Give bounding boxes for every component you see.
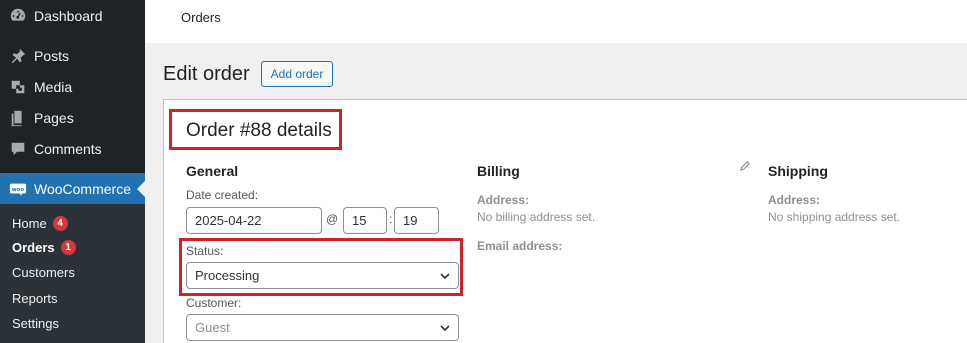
customer-select[interactable]: Guest: [186, 314, 459, 341]
top-bar: Orders: [145, 0, 967, 43]
submenu-item-settings[interactable]: Settings: [12, 313, 59, 333]
edit-pencil-icon[interactable]: [739, 161, 750, 172]
comment-icon: [0, 140, 34, 158]
at-separator: @: [326, 212, 339, 226]
menu-item-label: WooCommerce: [34, 180, 131, 197]
customer-label: Customer:: [186, 296, 242, 310]
woocommerce-icon: woo: [0, 180, 34, 198]
pages-icon: [0, 109, 34, 127]
page-title: Edit order: [163, 63, 250, 85]
add-order-button[interactable]: Add order: [261, 61, 333, 87]
billing-email-label: Email address:: [477, 239, 563, 253]
menu-item-label: Pages: [34, 109, 74, 126]
media-icon: [0, 78, 34, 96]
highlight-box-status: [179, 238, 463, 296]
submenu-item-customers[interactable]: Customers: [12, 262, 75, 282]
customer-value: Guest: [195, 320, 230, 335]
submenu-item-orders[interactable]: Orders 1: [12, 237, 76, 257]
submenu-item-reports[interactable]: Reports: [12, 288, 58, 308]
top-bar-title: Orders: [181, 10, 221, 25]
menu-item-label: Dashboard: [34, 7, 103, 24]
notification-badge: 1: [60, 239, 76, 255]
minute-value: 19: [403, 213, 418, 228]
hour-input[interactable]: 15: [343, 207, 387, 234]
submenu-item-label: Settings: [12, 315, 59, 331]
billing-address-label: Address:: [477, 193, 530, 207]
highlight-box-order-title: [169, 109, 342, 150]
submenu-item-label: Home: [12, 215, 47, 231]
date-created-label: Date created:: [186, 188, 259, 202]
current-menu-arrow: [137, 181, 145, 197]
billing-heading: Billing: [477, 163, 520, 179]
menu-item-dashboard[interactable]: Dashboard: [0, 0, 145, 31]
minute-input[interactable]: 19: [394, 207, 439, 234]
submenu-item-label: Orders: [12, 239, 55, 255]
shipping-address-label: Address:: [768, 193, 821, 207]
time-separator: :: [389, 212, 393, 226]
shipping-heading: Shipping: [768, 163, 828, 179]
submenu-item-label: Customers: [12, 264, 75, 280]
date-created-value: 2025-04-22: [195, 213, 262, 228]
billing-address-value: No billing address set.: [477, 210, 596, 224]
general-heading: General: [186, 163, 239, 179]
dashboard-icon: [0, 7, 34, 25]
date-created-input[interactable]: 2025-04-22: [186, 207, 322, 234]
menu-item-label: Posts: [34, 47, 70, 64]
menu-item-posts[interactable]: Posts: [0, 40, 145, 71]
shipping-address-value: No shipping address set.: [768, 210, 901, 224]
menu-item-comments[interactable]: Comments: [0, 133, 145, 164]
hour-value: 15: [352, 213, 367, 228]
menu-item-pages[interactable]: Pages: [0, 102, 145, 133]
menu-item-media[interactable]: Media: [0, 71, 145, 102]
submenu-item-home[interactable]: Home 4: [12, 213, 68, 233]
pin-icon: [0, 47, 34, 65]
menu-item-label: Comments: [34, 140, 102, 157]
submenu-item-label: Reports: [12, 290, 58, 306]
chevron-down-icon: [440, 325, 450, 332]
svg-text:woo: woo: [12, 186, 25, 192]
admin-sidebar: Dashboard Posts Media Pages Comments woo…: [0, 0, 145, 343]
menu-item-woocommerce[interactable]: woo WooCommerce: [0, 173, 145, 204]
notification-badge: 4: [52, 215, 68, 231]
woocommerce-submenu: Home 4 Orders 1 Customers Reports Settin…: [0, 204, 145, 343]
menu-item-label: Media: [34, 78, 73, 95]
